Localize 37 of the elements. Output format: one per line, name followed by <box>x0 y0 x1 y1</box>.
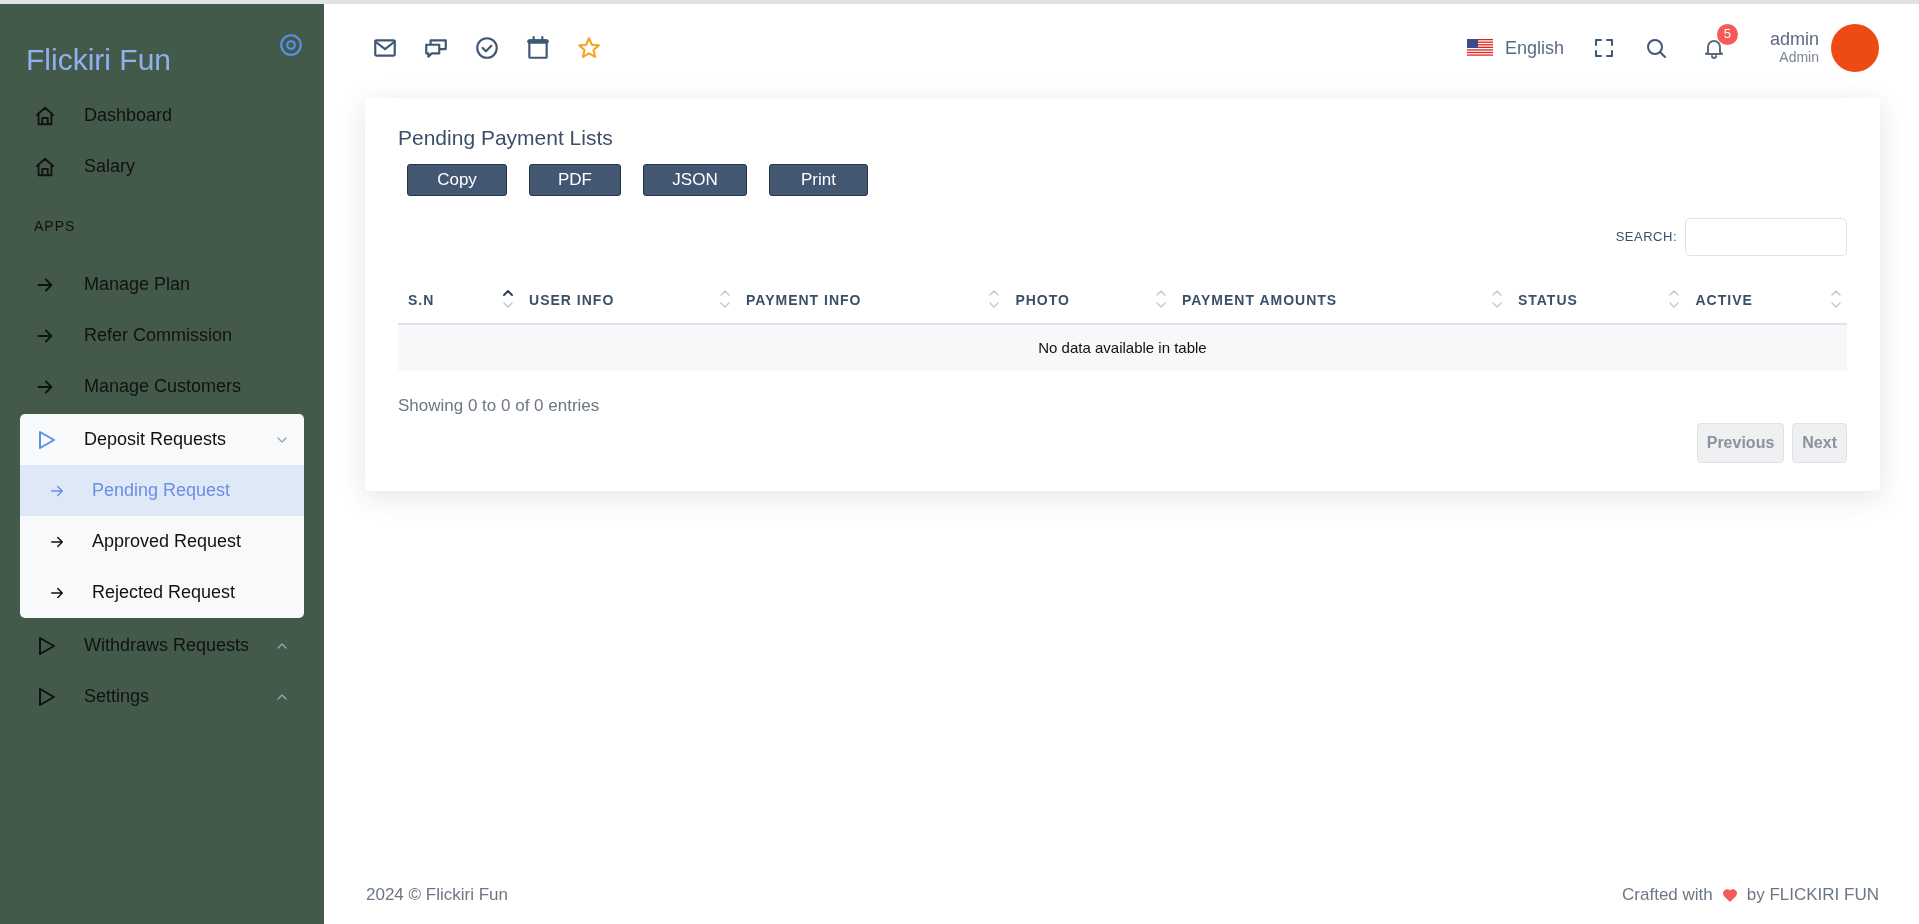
submenu-item[interactable]: Rejected Request <box>20 567 304 618</box>
calendar-icon[interactable] <box>525 35 551 61</box>
column-header[interactable]: PAYMENT INFO <box>736 277 1006 324</box>
column-header[interactable]: S.N <box>398 277 520 324</box>
sidebar-item[interactable]: Deposit Requests <box>20 414 304 465</box>
crafted-text: Crafted with <box>1622 884 1713 907</box>
home-icon <box>34 104 56 127</box>
sort-icon[interactable] <box>503 287 514 310</box>
search-field[interactable] <box>1685 217 1847 256</box>
export-button[interactable]: Print <box>769 163 868 196</box>
flag-icon[interactable] <box>1466 39 1493 57</box>
submenu-item[interactable]: Approved Request <box>20 516 304 567</box>
export-button[interactable]: PDF <box>529 163 621 196</box>
user-name: admin <box>1769 30 1819 51</box>
target-icon[interactable] <box>278 32 304 58</box>
empty-message: No data available in table <box>398 323 1847 372</box>
search-label: SEARCH: <box>1615 227 1677 246</box>
notification-badge: 5 <box>1716 23 1738 45</box>
export-button[interactable]: JSON <box>643 163 747 196</box>
language-link[interactable]: English <box>1504 34 1564 62</box>
column-header[interactable]: ACTIVE <box>1685 277 1847 324</box>
section-label: APPS <box>33 217 77 236</box>
user-role: Admin <box>1778 50 1819 66</box>
avatar[interactable] <box>1831 24 1879 72</box>
column-header[interactable]: USER INFO <box>519 277 736 324</box>
export-button[interactable]: Copy <box>407 163 507 196</box>
crafted-text: by FLICKIRI FUN <box>1746 884 1879 907</box>
star-icon[interactable] <box>576 35 602 61</box>
column-header[interactable]: STATUS <box>1507 277 1686 324</box>
column-header[interactable]: PAYMENT AMOUNTS <box>1171 277 1508 324</box>
card-title: Pending Payment Lists <box>398 125 614 151</box>
home-icon <box>34 155 56 178</box>
column-header[interactable]: PHOTO <box>1005 277 1172 324</box>
copyright-text: 2024 © Flickiri Fun <box>366 884 508 907</box>
table-info: Showing 0 to 0 of 0 entries <box>398 395 601 418</box>
heart-icon <box>1720 886 1739 904</box>
check-circle-icon[interactable] <box>474 35 500 61</box>
